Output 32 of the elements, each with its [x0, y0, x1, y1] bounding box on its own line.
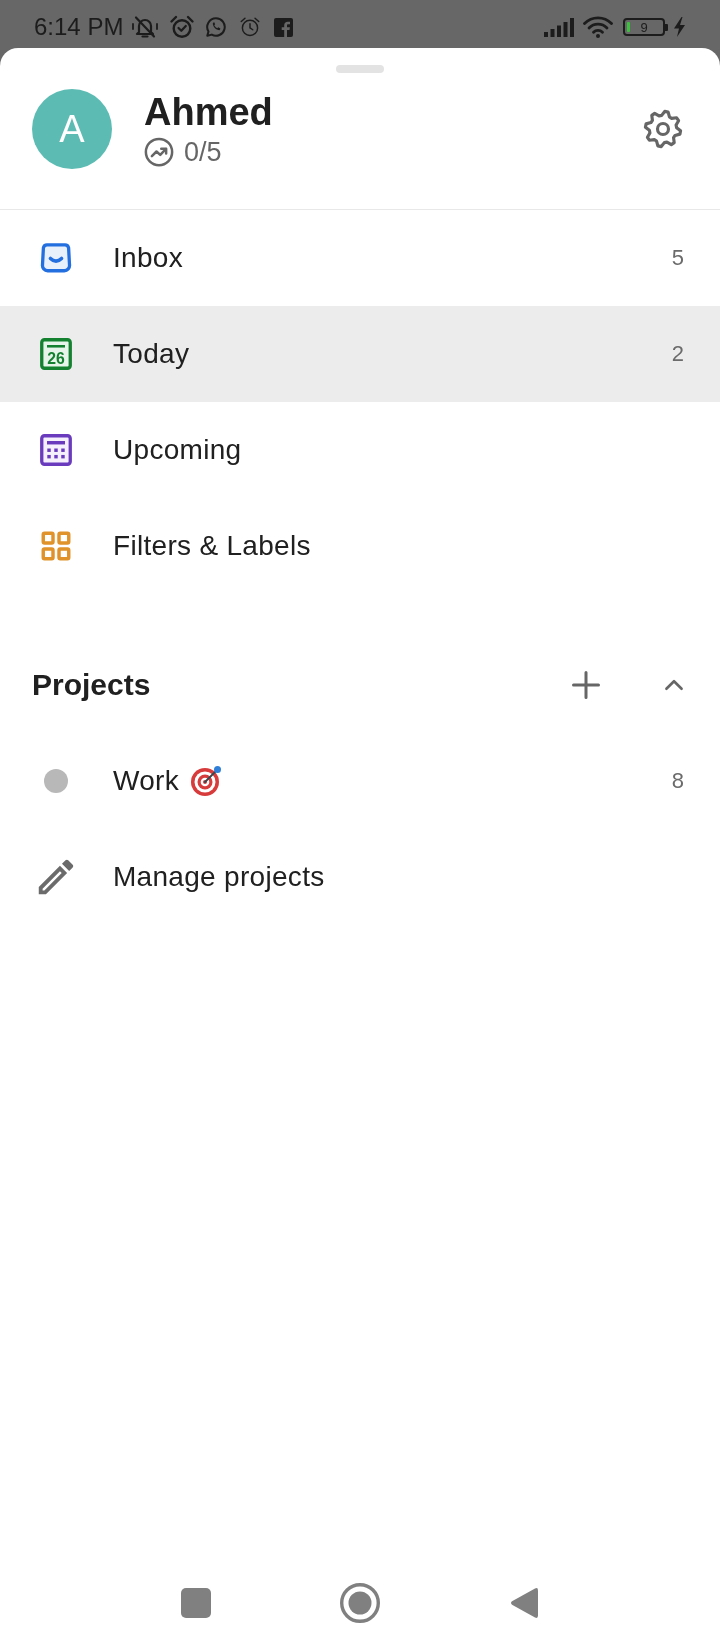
trend-icon	[144, 137, 174, 167]
task-count: 2	[671, 343, 684, 365]
alarm-clock-icon	[169, 15, 196, 39]
chat-bubble-icon	[205, 16, 228, 38]
signal-icon	[544, 17, 574, 37]
user-name: Ahmed	[144, 91, 273, 133]
muted-bell-icon	[131, 15, 160, 39]
charging-bolt-icon	[673, 17, 686, 37]
battery-indicator: 9	[623, 18, 668, 36]
karma-score: 0/5	[184, 138, 222, 166]
project-item[interactable]: Work 8	[0, 733, 720, 829]
calendar-grid-icon	[38, 432, 74, 468]
square-logo-icon	[274, 17, 294, 37]
target-icon	[190, 765, 223, 797]
manage-projects-item[interactable]: Manage projects	[0, 829, 720, 925]
task-count: 8	[671, 770, 684, 792]
alarm-clock-icon	[239, 16, 262, 38]
drag-handle[interactable]	[336, 65, 384, 73]
nav-item[interactable]: 26 Today 2	[0, 306, 720, 402]
plus-icon	[572, 671, 600, 699]
settings-icon	[643, 109, 683, 149]
settings-button[interactable]	[643, 109, 683, 149]
circle-icon	[340, 1583, 380, 1623]
user-avatar: A	[32, 89, 112, 169]
task-count: 5	[671, 247, 684, 269]
pencil-icon	[38, 859, 74, 895]
status-time: 6:14 PM	[34, 15, 124, 39]
calendar-icon: 26	[38, 336, 74, 372]
wifi-icon	[583, 16, 613, 38]
square-icon	[181, 1588, 211, 1618]
section-title: Projects	[32, 670, 151, 700]
triangle-icon	[510, 1587, 538, 1619]
